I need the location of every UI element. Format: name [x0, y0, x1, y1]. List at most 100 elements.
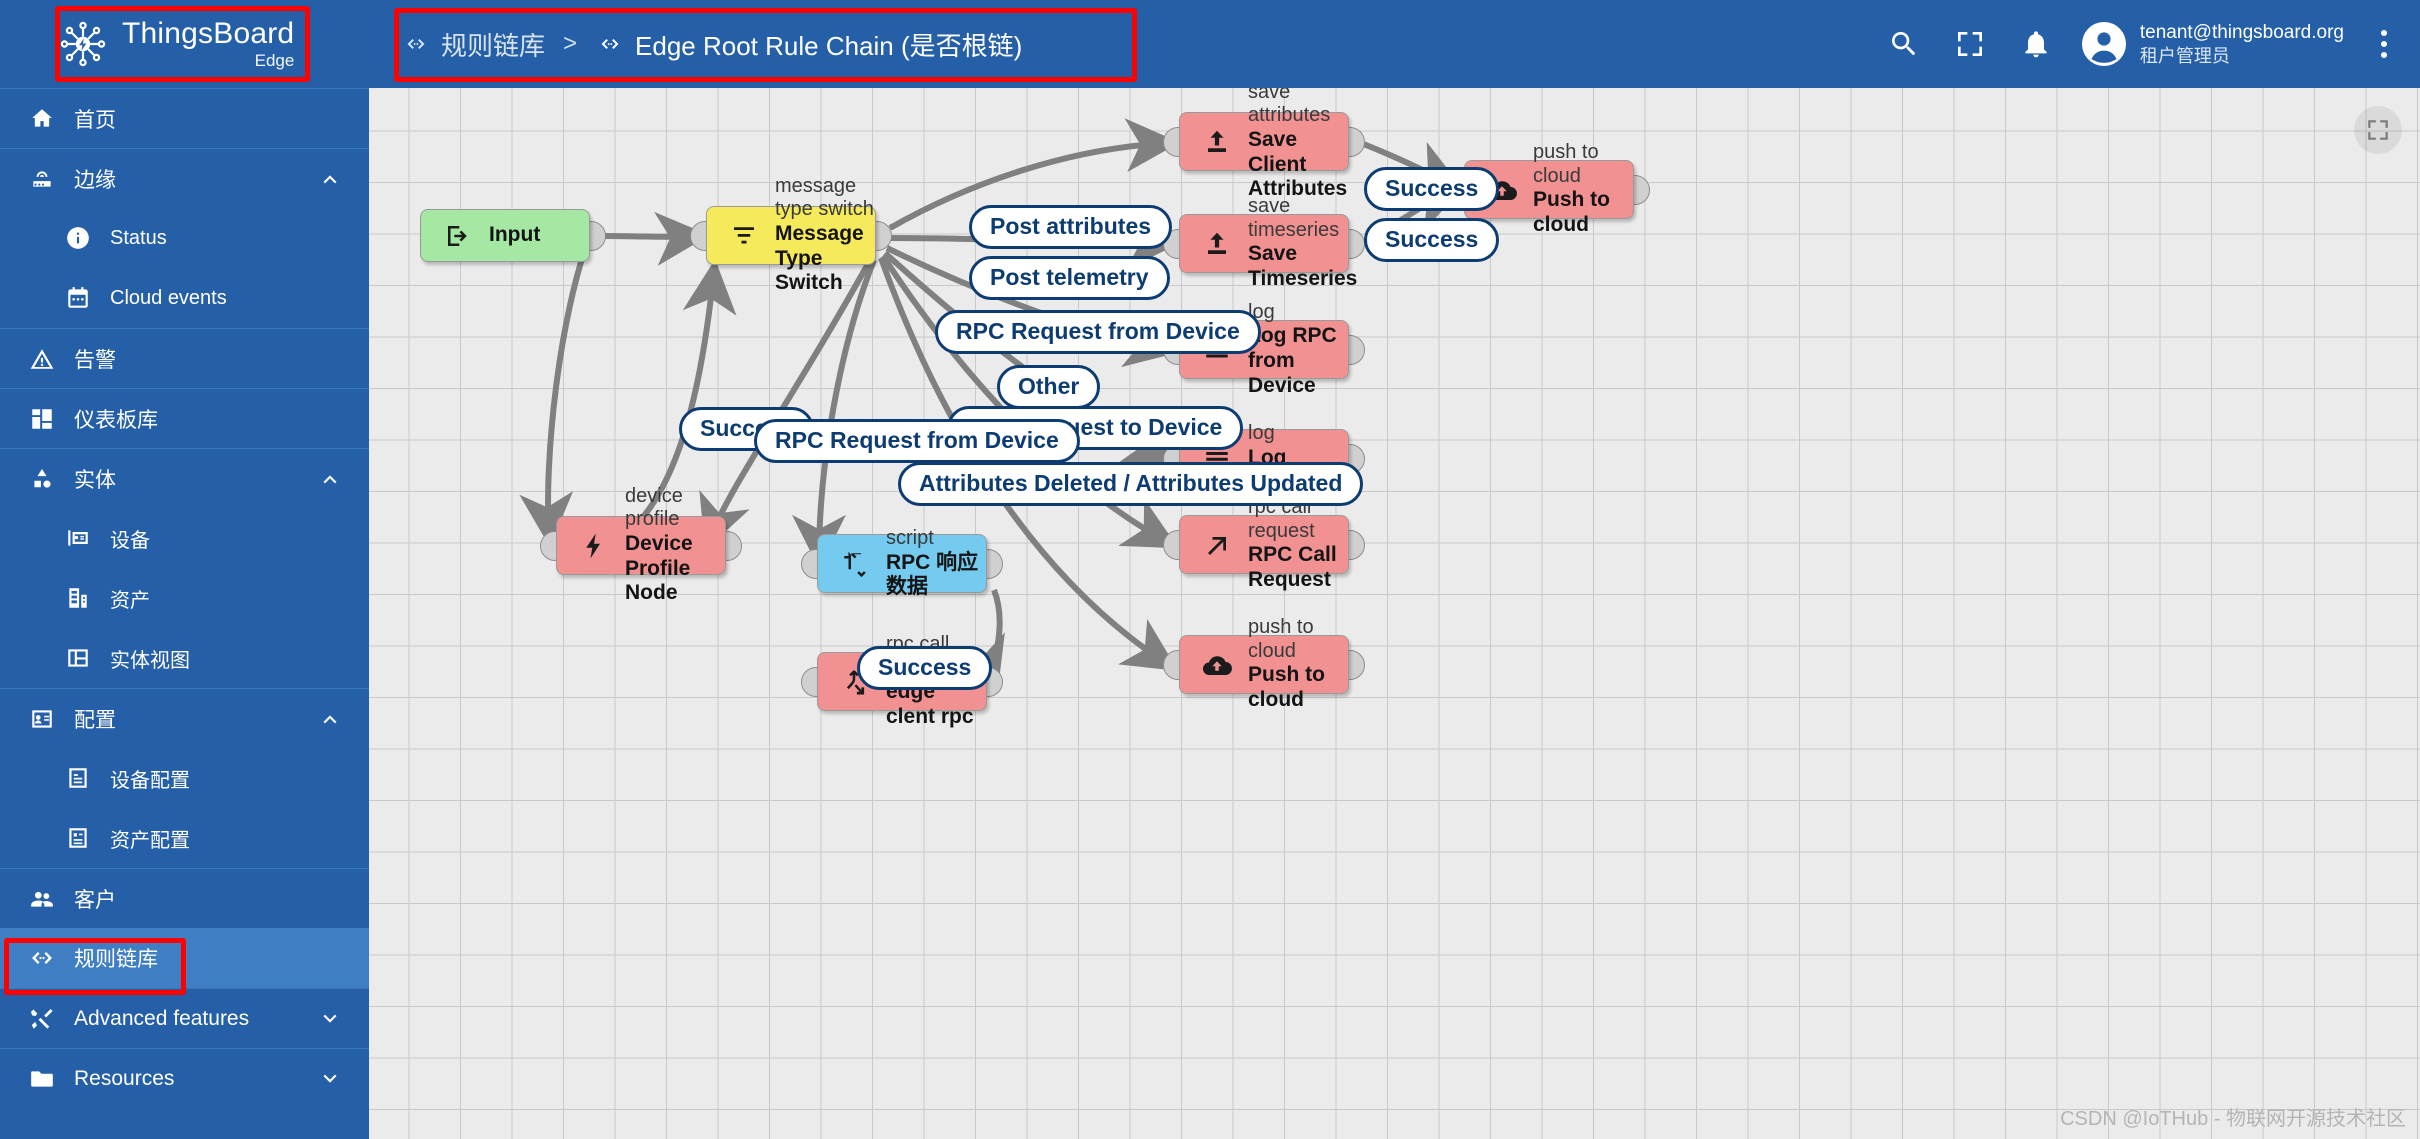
rule-node-type: push to cloud: [1248, 616, 1314, 662]
rule-node-save-ts[interactable]: save timeseries Save Timeseries: [1179, 195, 1357, 290]
profile-card-icon: [28, 705, 56, 733]
rule-chain-icon: [595, 33, 625, 55]
edge-label-post-attributes[interactable]: Post attributes: [969, 205, 1173, 249]
rule-node-name: Message Type Switch: [775, 221, 864, 295]
rule-node-name: Push to cloud: [1533, 188, 1610, 237]
sidebar-item-label: 告警: [74, 348, 116, 372]
sidebar-item-11[interactable]: 设备配置: [0, 748, 369, 808]
rule-node-name: Push to cloud: [1248, 663, 1325, 712]
chevron-down-icon[interactable]: [317, 1006, 343, 1032]
sidebar-item-15[interactable]: Advanced features: [0, 988, 369, 1048]
asset-profile-icon: [64, 824, 92, 852]
edge-label-rpc-req-from-dev-2[interactable]: RPC Request from Device: [754, 419, 1080, 463]
rule-node-type: save timeseries: [1248, 195, 1340, 241]
entity-view-icon: [64, 644, 92, 672]
device-icon: [64, 524, 92, 552]
sidebar-item-5[interactable]: 仪表板库: [0, 388, 369, 448]
sidebar-item-label: 设备: [110, 529, 150, 552]
sidebar-item-3[interactable]: Cloud events: [0, 268, 369, 328]
sidebar-item-label: Resources: [74, 1066, 175, 1090]
notification-bell-icon[interactable]: [2016, 24, 2056, 64]
rule-node-name: Device Profile Node: [625, 531, 693, 605]
brand-logo-block[interactable]: ThingsBoard Edge: [0, 0, 369, 88]
dashboard-icon: [28, 405, 56, 433]
content-area: 规则链库>Edge Root Rule Chain (是否根链) tenan: [369, 0, 2420, 1139]
sidebar-item-10[interactable]: 配置: [0, 688, 369, 748]
sidebar-item-0[interactable]: 首页: [0, 88, 369, 148]
breadcrumb: 规则链库 > Edge Root Rule Chain (是否根链): [369, 26, 1022, 63]
sidebar-item-6[interactable]: 实体: [0, 448, 369, 508]
filter-icon: [727, 219, 761, 253]
tools-icon: [28, 1005, 56, 1033]
sidebar-item-9[interactable]: 实体视图: [0, 628, 369, 688]
rule-node-push-cloud-2[interactable]: push to cloud Push to cloud: [1179, 616, 1349, 711]
rule-node-rpc-call-req[interactable]: rpc call request RPC Call Request: [1179, 496, 1349, 591]
rule-node-name: Save Client Attributes: [1248, 127, 1348, 201]
fullscreen-icon[interactable]: [1950, 24, 1990, 64]
sidebar-item-label: 实体视图: [110, 649, 190, 672]
sidebar: ThingsBoard Edge 首页边缘 Status Cloud events 告…: [0, 0, 369, 1139]
rule-node-name: Log RPC from Device: [1248, 324, 1337, 397]
breadcrumb-item-1[interactable]: Edge Root Rule Chain (是否根链): [595, 26, 1022, 63]
watermark: CSDN @IoTHub - 物联网开源技术社区: [2060, 1108, 2406, 1130]
app-root: ThingsBoard Edge 首页边缘 Status Cloud events 告…: [0, 0, 2420, 1139]
breadcrumb-item-0[interactable]: 规则链库: [401, 26, 545, 63]
sidebar-item-label: 客户: [74, 888, 116, 912]
sidebar-item-4[interactable]: 告警: [0, 328, 369, 388]
edge-label-success-cloud-2[interactable]: Success: [1364, 218, 1500, 262]
edge-label-rpc-req-from-dev-1[interactable]: RPC Request from Device: [935, 310, 1261, 354]
chevron-up-icon[interactable]: [317, 706, 343, 732]
sidebar-item-13[interactable]: 客户: [0, 868, 369, 928]
canvas-fullscreen-button[interactable]: [2354, 106, 2402, 154]
toolbar-actions: tenant@thingsboard.org 租户管理员: [1884, 0, 2398, 88]
rule-node-input[interactable]: Input: [420, 209, 590, 262]
sidebar-item-2[interactable]: Status: [0, 208, 369, 268]
chevron-up-icon[interactable]: [317, 166, 343, 192]
sidebar-item-16[interactable]: Resources: [0, 1048, 369, 1108]
sidebar-item-label: Status: [110, 226, 167, 249]
user-menu[interactable]: tenant@thingsboard.org 租户管理员: [2081, 21, 2344, 67]
edge-label-success-cloud-1[interactable]: Success: [1364, 167, 1500, 211]
sidebar-item-14[interactable]: 规则链库: [0, 928, 369, 988]
sidebar-item-7[interactable]: 设备: [0, 508, 369, 568]
brand-subtitle: Edge: [254, 51, 295, 70]
rule-node-name: RPC 响应数据: [886, 550, 979, 599]
rule-node-save-attr[interactable]: save attributes Save Client Attributes: [1179, 88, 1349, 200]
more-options-icon[interactable]: [2370, 24, 2398, 64]
input-arrow-icon: [441, 219, 475, 253]
transform-icon: [838, 547, 872, 581]
home-icon: [28, 105, 56, 133]
search-icon[interactable]: [1884, 24, 1924, 64]
sidebar-item-label: 实体: [74, 468, 116, 492]
rule-chain-icon: [28, 944, 56, 972]
rule-node-type: script: [886, 526, 934, 549]
chevron-up-icon[interactable]: [317, 466, 343, 492]
rule-chain-canvas[interactable]: Input message type switch Message Type Swi…: [369, 88, 2420, 1139]
sidebar-item-label: 规则链库: [74, 948, 158, 971]
edge-label-other[interactable]: Other: [997, 365, 1101, 409]
flash-icon: [577, 529, 611, 563]
info-icon: [64, 224, 92, 252]
breadcrumb-label: Edge Root Rule Chain (是否根链): [635, 30, 1023, 61]
rule-node-mts[interactable]: message type switch Message Type Switch: [706, 175, 876, 294]
rule-node-script-rpc[interactable]: script RPC 响应数据: [817, 527, 987, 598]
avatar: [2081, 22, 2126, 66]
customers-icon: [28, 885, 56, 913]
sidebar-item-8[interactable]: 资产: [0, 568, 369, 628]
user-role: 租户管理员: [2139, 45, 2230, 66]
chevron-down-icon[interactable]: [317, 1066, 343, 1092]
upload-icon: [1200, 125, 1234, 159]
edge-label-success-bottom[interactable]: Success: [857, 646, 993, 690]
rule-node-type: device profile: [625, 484, 683, 531]
upload-icon: [1200, 227, 1234, 261]
edge-label-attributes-change[interactable]: Attributes Deleted / Attributes Updated: [898, 462, 1364, 506]
sidebar-item-label: 边缘: [74, 168, 116, 192]
sidebar-item-12[interactable]: 资产配置: [0, 808, 369, 868]
rule-node-name: RPC Call Request: [1248, 543, 1337, 592]
top-toolbar: 规则链库>Edge Root Rule Chain (是否根链) tenan: [369, 0, 2420, 88]
edge-label-post-telemetry[interactable]: Post telemetry: [969, 256, 1170, 300]
rule-node-device-profile[interactable]: device profile Device Profile Node: [556, 485, 726, 604]
sidebar-item-1[interactable]: 边缘: [0, 148, 369, 208]
call-made-icon: [1200, 528, 1234, 562]
rule-node-name: Input: [489, 223, 541, 247]
